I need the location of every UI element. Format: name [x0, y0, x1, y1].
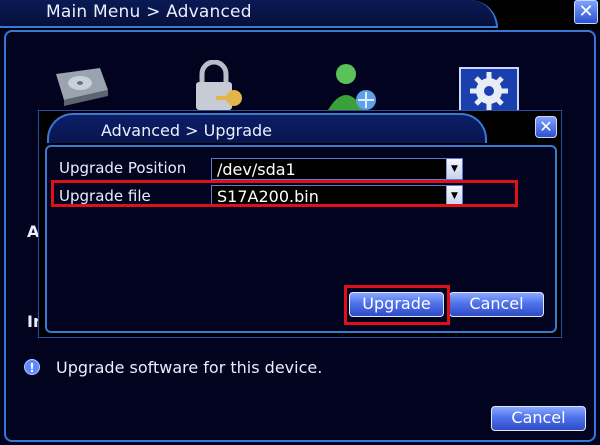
- info-icon: !: [24, 359, 40, 375]
- main-title: Main Menu > Advanced: [46, 2, 252, 22]
- user-network-icon[interactable]: [322, 60, 384, 112]
- dialog-close-button[interactable]: ✕: [535, 116, 557, 138]
- info-text: Upgrade software for this device.: [56, 357, 323, 377]
- dialog-title-tab: Advanced > Upgrade: [47, 113, 487, 143]
- dialog-title: Advanced > Upgrade: [101, 121, 273, 140]
- lock-key-icon[interactable]: [186, 60, 248, 112]
- upgrade-position-select[interactable]: /dev/sda1 ▼: [211, 158, 463, 180]
- upgrade-position-label: Upgrade Position: [59, 159, 187, 177]
- main-cancel-button[interactable]: Cancel: [491, 406, 586, 431]
- upgrade-position-value: /dev/sda1: [217, 160, 296, 179]
- chevron-down-icon[interactable]: ▼: [446, 159, 462, 179]
- dialog-cancel-button[interactable]: Cancel: [449, 292, 544, 317]
- upgrade-button-highlight: [344, 285, 450, 325]
- hdd-icon[interactable]: [50, 60, 112, 112]
- main-titlebar: Main Menu > Advanced ✕: [0, 0, 600, 30]
- upgrade-file-highlight: [51, 180, 518, 207]
- info-row: ! Upgrade software for this device.: [24, 356, 322, 378]
- main-close-button[interactable]: ✕: [574, 0, 598, 24]
